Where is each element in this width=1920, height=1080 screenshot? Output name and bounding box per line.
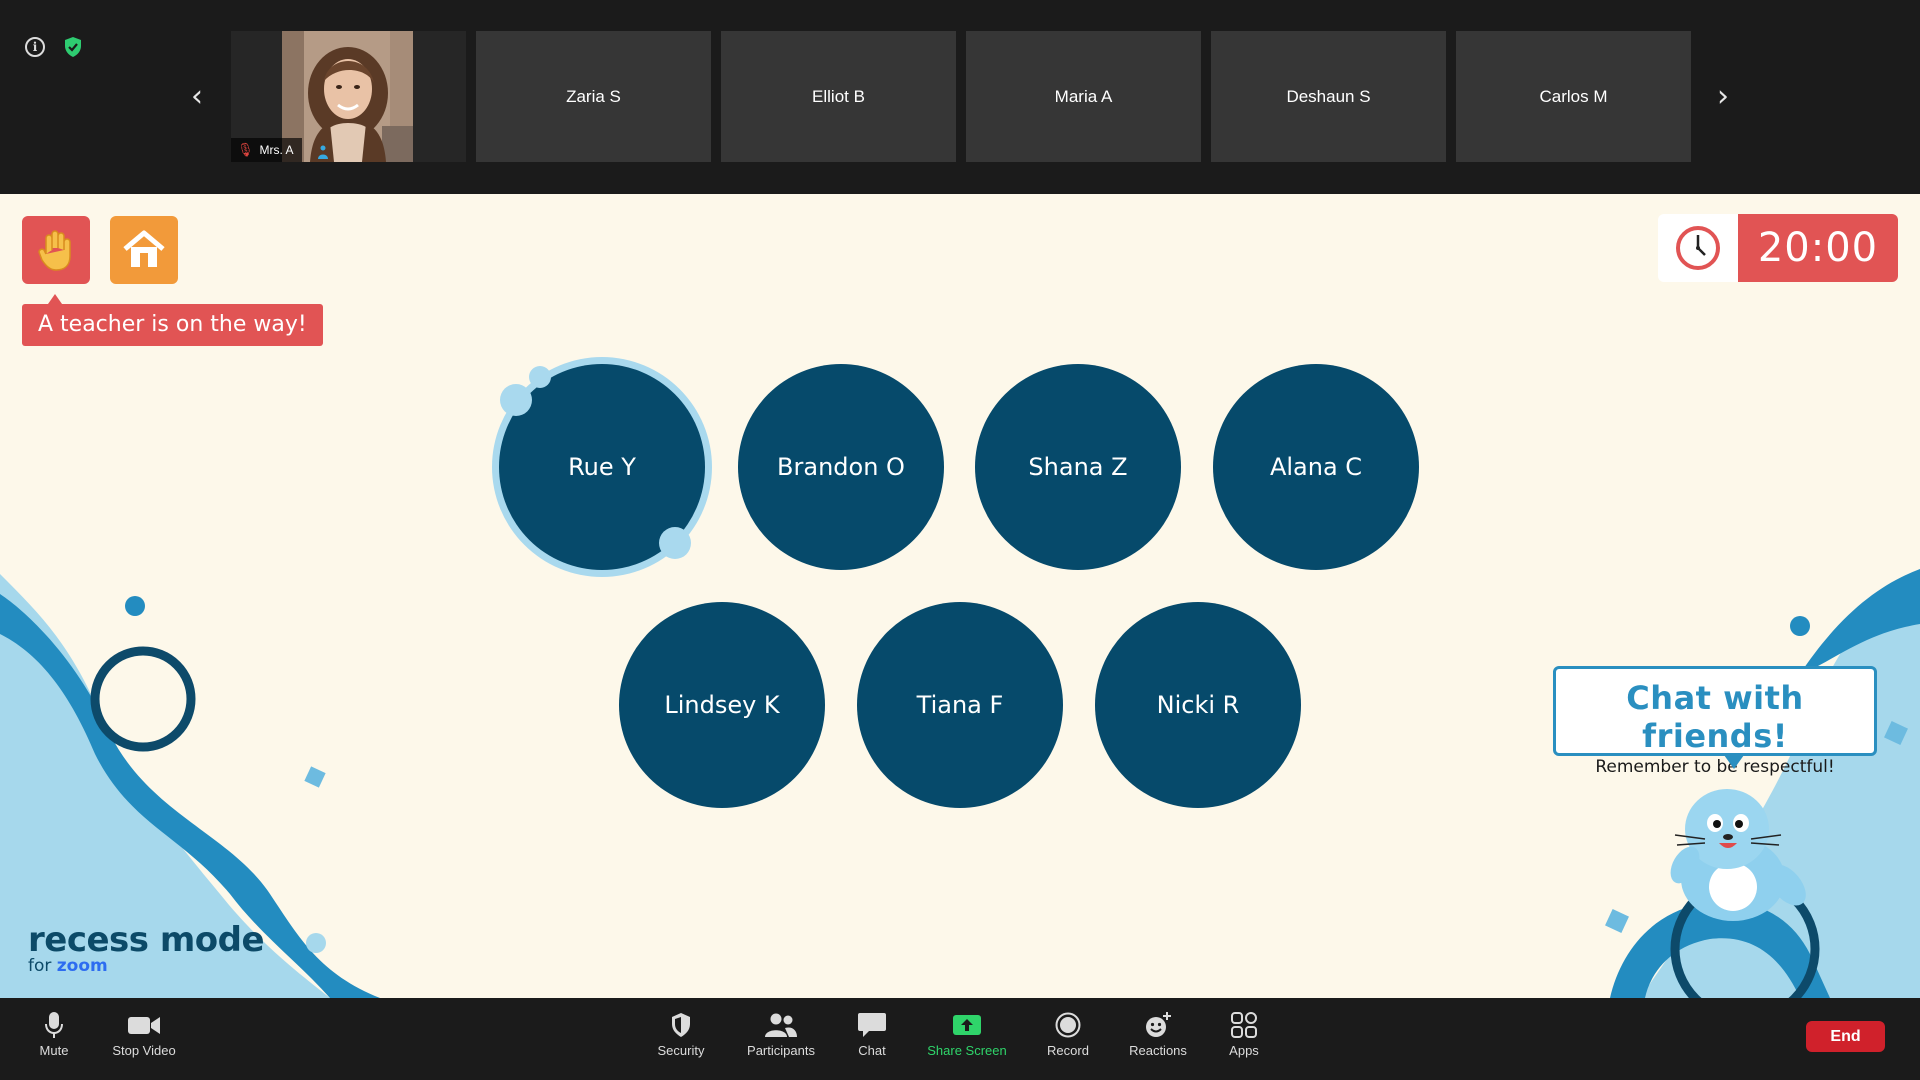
participant-tile[interactable]: Elliot B (721, 31, 956, 162)
chevron-left-icon[interactable]: ‹ (185, 82, 209, 112)
seat-name: Rue Y (568, 453, 636, 481)
info-icon[interactable]: i (25, 37, 45, 57)
encryption-shield-icon[interactable] (63, 36, 83, 58)
end-meeting-button[interactable]: End (1806, 1021, 1885, 1052)
share-screen-button[interactable]: Share Screen (922, 1010, 1012, 1066)
participant-name: Maria A (1054, 86, 1113, 106)
participant-video (282, 31, 413, 162)
seat-active-indicator (529, 366, 551, 388)
mute-button[interactable]: Mute (9, 1010, 99, 1066)
reactions-label: Reactions (1129, 1043, 1187, 1058)
seat-button[interactable]: Brandon O (738, 364, 944, 570)
reactions-button[interactable]: Reactions (1113, 1010, 1203, 1066)
hand-icon (38, 230, 71, 271)
apps-label: Apps (1229, 1043, 1259, 1058)
participant-tile[interactable]: Zaria S (476, 31, 711, 162)
participant-tile[interactable]: Deshaun S (1211, 31, 1446, 162)
seat-active-indicator (659, 527, 691, 559)
seat-name: Tiana F (916, 691, 1004, 719)
timer-value: 20:00 (1738, 214, 1898, 282)
recess-timer: 20:00 (1658, 214, 1898, 282)
participants-label: Participants (747, 1043, 815, 1058)
chat-prompt-subtitle: Remember to be respectful! (1595, 757, 1835, 777)
zoom-wordmark: zoom (56, 956, 108, 976)
participants-button[interactable]: Participants (736, 1010, 826, 1066)
record-button[interactable]: Record (1023, 1010, 1113, 1066)
security-label: Security (657, 1043, 705, 1058)
mute-label: Mute (39, 1043, 69, 1058)
seat-active-indicator (500, 384, 532, 416)
chat-icon (858, 1013, 886, 1037)
recess-mode-logo: recess mode for zoom (28, 920, 265, 976)
chat-prompt-bubble: Chat with friends! Remember to be respec… (1553, 666, 1877, 777)
participant-name: Carlos M (1539, 86, 1608, 106)
seat-name: Alana C (1269, 453, 1363, 481)
security-button[interactable]: Security (636, 1010, 726, 1066)
participant-name: Zaria S (566, 86, 621, 106)
participants-icon (765, 1013, 797, 1037)
brand-subtitle-prefix: for (28, 956, 52, 976)
home-button[interactable] (110, 216, 178, 284)
chat-button[interactable]: Chat (827, 1010, 917, 1066)
chat-prompt-title: Chat with friends! (1626, 679, 1804, 755)
clock-icon (1676, 226, 1720, 270)
share-screen-label: Share Screen (927, 1043, 1007, 1058)
record-label: Record (1047, 1043, 1089, 1058)
video-camera-icon (128, 1017, 160, 1034)
seat-name: Nicki R (1156, 691, 1240, 719)
recess-stage: A teacher is on the way! 20:00 Rue Y Bra… (0, 194, 1920, 998)
stop-video-label: Stop Video (112, 1043, 176, 1058)
self-name: Mrs. A (259, 143, 294, 157)
security-shield-icon (672, 1013, 690, 1037)
self-name-tag: 🎙 Mrs. A (231, 138, 302, 162)
seat-name: Brandon O (777, 453, 905, 481)
mic-off-icon: 🎙 (237, 142, 254, 157)
seat-name: Shana Z (1028, 453, 1128, 481)
record-icon (1055, 1012, 1081, 1038)
seat-button[interactable]: Tiana F (857, 602, 1063, 808)
teacher-on-way-tooltip: A teacher is on the way! (22, 294, 323, 346)
stop-video-button[interactable]: Stop Video (99, 1010, 189, 1066)
participant-strip: i ‹ 🎙 Mrs. A Zaria S Elliot B Maria A De… (0, 0, 1920, 194)
participant-name: Deshaun S (1286, 86, 1371, 106)
participant-tile[interactable]: Carlos M (1456, 31, 1691, 162)
raise-hand-button[interactable] (22, 216, 90, 284)
seat-button[interactable]: Lindsey K (619, 602, 825, 808)
zoom-meeting-window: i ‹ 🎙 Mrs. A Zaria S Elliot B Maria A De… (0, 0, 1920, 1080)
participant-tile[interactable]: Maria A (966, 31, 1201, 162)
seat-button[interactable]: Nicki R (1095, 602, 1301, 808)
seal-mascot-image (1670, 789, 1806, 921)
woman-portrait-image (282, 31, 413, 162)
chevron-right-icon[interactable]: › (1711, 82, 1735, 112)
reactions-icon (1146, 1012, 1171, 1037)
seat-button[interactable]: Shana Z (975, 364, 1181, 570)
house-icon (123, 230, 165, 267)
chat-label: Chat (858, 1043, 886, 1058)
seat-name: Lindsey K (664, 691, 780, 719)
spotlight-icon (318, 145, 328, 159)
apps-icon (1231, 1012, 1257, 1038)
brand-title: recess mode (28, 920, 265, 960)
share-screen-icon (953, 1015, 981, 1035)
apps-button[interactable]: Apps (1199, 1010, 1289, 1066)
self-video-tile[interactable]: 🎙 Mrs. A (231, 31, 466, 162)
microphone-icon (45, 1012, 63, 1038)
meeting-controls: Mute Stop Video Security Participants Ch… (0, 998, 1920, 1080)
seat-button[interactable]: Alana C (1213, 364, 1419, 570)
participant-name: Elliot B (812, 86, 865, 106)
